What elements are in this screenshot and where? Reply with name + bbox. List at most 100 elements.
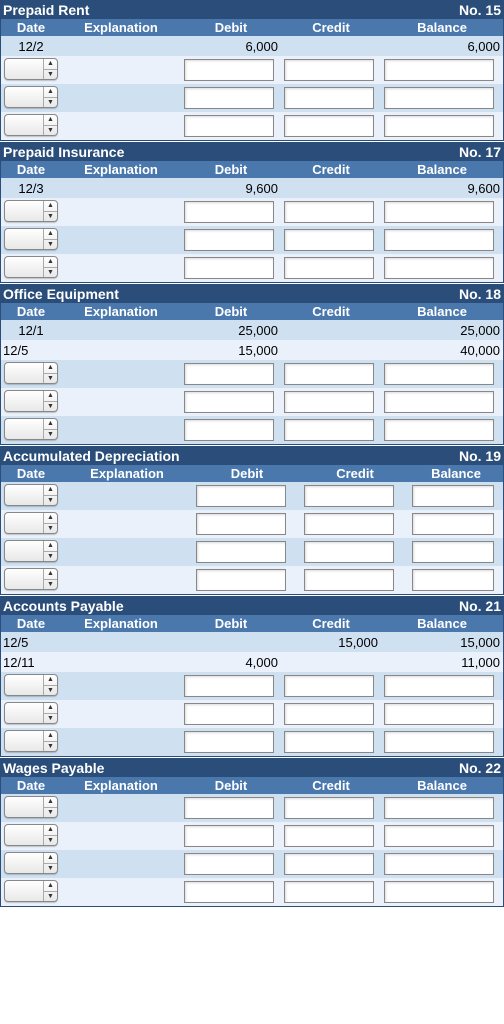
balance-input[interactable] bbox=[412, 485, 494, 507]
credit-input[interactable] bbox=[284, 115, 374, 137]
stepper-down-icon[interactable]: ▼ bbox=[44, 836, 57, 846]
debit-input[interactable] bbox=[196, 541, 286, 563]
debit-input[interactable] bbox=[184, 419, 274, 441]
date-stepper[interactable]: ▲▼ bbox=[4, 484, 58, 506]
stepper-up-icon[interactable]: ▲ bbox=[44, 731, 57, 742]
stepper-down-icon[interactable]: ▼ bbox=[44, 496, 57, 506]
debit-input[interactable] bbox=[184, 391, 274, 413]
credit-input[interactable] bbox=[304, 513, 394, 535]
debit-input[interactable] bbox=[184, 201, 274, 223]
balance-input[interactable] bbox=[384, 675, 494, 697]
stepper-up-icon[interactable]: ▲ bbox=[44, 541, 57, 552]
credit-input[interactable] bbox=[284, 87, 374, 109]
stepper-up-icon[interactable]: ▲ bbox=[44, 257, 57, 268]
stepper-up-icon[interactable]: ▲ bbox=[44, 419, 57, 430]
balance-input[interactable] bbox=[384, 731, 494, 753]
credit-input[interactable] bbox=[284, 675, 374, 697]
balance-input[interactable] bbox=[384, 59, 494, 81]
credit-input[interactable] bbox=[284, 853, 374, 875]
date-stepper[interactable]: ▲▼ bbox=[4, 390, 58, 412]
credit-input[interactable] bbox=[284, 201, 374, 223]
credit-input[interactable] bbox=[284, 59, 374, 81]
stepper-up-icon[interactable]: ▲ bbox=[44, 115, 57, 126]
stepper-down-icon[interactable]: ▼ bbox=[44, 268, 57, 278]
debit-input[interactable] bbox=[184, 797, 274, 819]
debit-input[interactable] bbox=[196, 485, 286, 507]
stepper-down-icon[interactable]: ▼ bbox=[44, 98, 57, 108]
debit-input[interactable] bbox=[184, 229, 274, 251]
stepper-down-icon[interactable]: ▼ bbox=[44, 864, 57, 874]
date-stepper[interactable]: ▲▼ bbox=[4, 730, 58, 752]
stepper-down-icon[interactable]: ▼ bbox=[44, 126, 57, 136]
debit-input[interactable] bbox=[184, 675, 274, 697]
date-stepper[interactable]: ▲▼ bbox=[4, 58, 58, 80]
stepper-up-icon[interactable]: ▲ bbox=[44, 675, 57, 686]
debit-input[interactable] bbox=[184, 115, 274, 137]
balance-input[interactable] bbox=[384, 201, 494, 223]
debit-input[interactable] bbox=[184, 363, 274, 385]
credit-input[interactable] bbox=[284, 391, 374, 413]
date-stepper[interactable]: ▲▼ bbox=[4, 702, 58, 724]
credit-input[interactable] bbox=[284, 703, 374, 725]
balance-input[interactable] bbox=[384, 115, 494, 137]
stepper-down-icon[interactable]: ▼ bbox=[44, 580, 57, 590]
stepper-down-icon[interactable]: ▼ bbox=[44, 240, 57, 250]
credit-input[interactable] bbox=[304, 485, 394, 507]
credit-input[interactable] bbox=[304, 569, 394, 591]
stepper-up-icon[interactable]: ▲ bbox=[44, 201, 57, 212]
stepper-up-icon[interactable]: ▲ bbox=[44, 703, 57, 714]
stepper-down-icon[interactable]: ▼ bbox=[44, 430, 57, 440]
balance-input[interactable] bbox=[384, 229, 494, 251]
stepper-down-icon[interactable]: ▼ bbox=[44, 686, 57, 696]
credit-input[interactable] bbox=[284, 731, 374, 753]
date-stepper[interactable]: ▲▼ bbox=[4, 796, 58, 818]
stepper-up-icon[interactable]: ▲ bbox=[44, 853, 57, 864]
date-stepper[interactable]: ▲▼ bbox=[4, 512, 58, 534]
debit-input[interactable] bbox=[184, 825, 274, 847]
balance-input[interactable] bbox=[384, 87, 494, 109]
balance-input[interactable] bbox=[384, 853, 494, 875]
stepper-down-icon[interactable]: ▼ bbox=[44, 714, 57, 724]
date-stepper[interactable]: ▲▼ bbox=[4, 852, 58, 874]
stepper-down-icon[interactable]: ▼ bbox=[44, 70, 57, 80]
balance-input[interactable] bbox=[384, 391, 494, 413]
credit-input[interactable] bbox=[284, 825, 374, 847]
debit-input[interactable] bbox=[196, 513, 286, 535]
date-stepper[interactable]: ▲▼ bbox=[4, 880, 58, 902]
stepper-down-icon[interactable]: ▼ bbox=[44, 742, 57, 752]
balance-input[interactable] bbox=[412, 513, 494, 535]
balance-input[interactable] bbox=[384, 363, 494, 385]
debit-input[interactable] bbox=[184, 257, 274, 279]
debit-input[interactable] bbox=[184, 881, 274, 903]
date-stepper[interactable]: ▲▼ bbox=[4, 418, 58, 440]
balance-input[interactable] bbox=[384, 825, 494, 847]
credit-input[interactable] bbox=[284, 229, 374, 251]
credit-input[interactable] bbox=[284, 257, 374, 279]
date-stepper[interactable]: ▲▼ bbox=[4, 256, 58, 278]
date-stepper[interactable]: ▲▼ bbox=[4, 228, 58, 250]
credit-input[interactable] bbox=[284, 881, 374, 903]
stepper-down-icon[interactable]: ▼ bbox=[44, 374, 57, 384]
debit-input[interactable] bbox=[184, 703, 274, 725]
stepper-down-icon[interactable]: ▼ bbox=[44, 892, 57, 902]
stepper-up-icon[interactable]: ▲ bbox=[44, 797, 57, 808]
date-stepper[interactable]: ▲▼ bbox=[4, 86, 58, 108]
stepper-up-icon[interactable]: ▲ bbox=[44, 59, 57, 70]
date-stepper[interactable]: ▲▼ bbox=[4, 114, 58, 136]
stepper-down-icon[interactable]: ▼ bbox=[44, 552, 57, 562]
debit-input[interactable] bbox=[184, 87, 274, 109]
stepper-up-icon[interactable]: ▲ bbox=[44, 391, 57, 402]
credit-input[interactable] bbox=[284, 363, 374, 385]
stepper-down-icon[interactable]: ▼ bbox=[44, 808, 57, 818]
stepper-up-icon[interactable]: ▲ bbox=[44, 87, 57, 98]
debit-input[interactable] bbox=[184, 853, 274, 875]
stepper-up-icon[interactable]: ▲ bbox=[44, 485, 57, 496]
date-stepper[interactable]: ▲▼ bbox=[4, 362, 58, 384]
stepper-up-icon[interactable]: ▲ bbox=[44, 569, 57, 580]
stepper-down-icon[interactable]: ▼ bbox=[44, 402, 57, 412]
debit-input[interactable] bbox=[184, 59, 274, 81]
debit-input[interactable] bbox=[196, 569, 286, 591]
balance-input[interactable] bbox=[384, 257, 494, 279]
stepper-up-icon[interactable]: ▲ bbox=[44, 825, 57, 836]
balance-input[interactable] bbox=[384, 419, 494, 441]
